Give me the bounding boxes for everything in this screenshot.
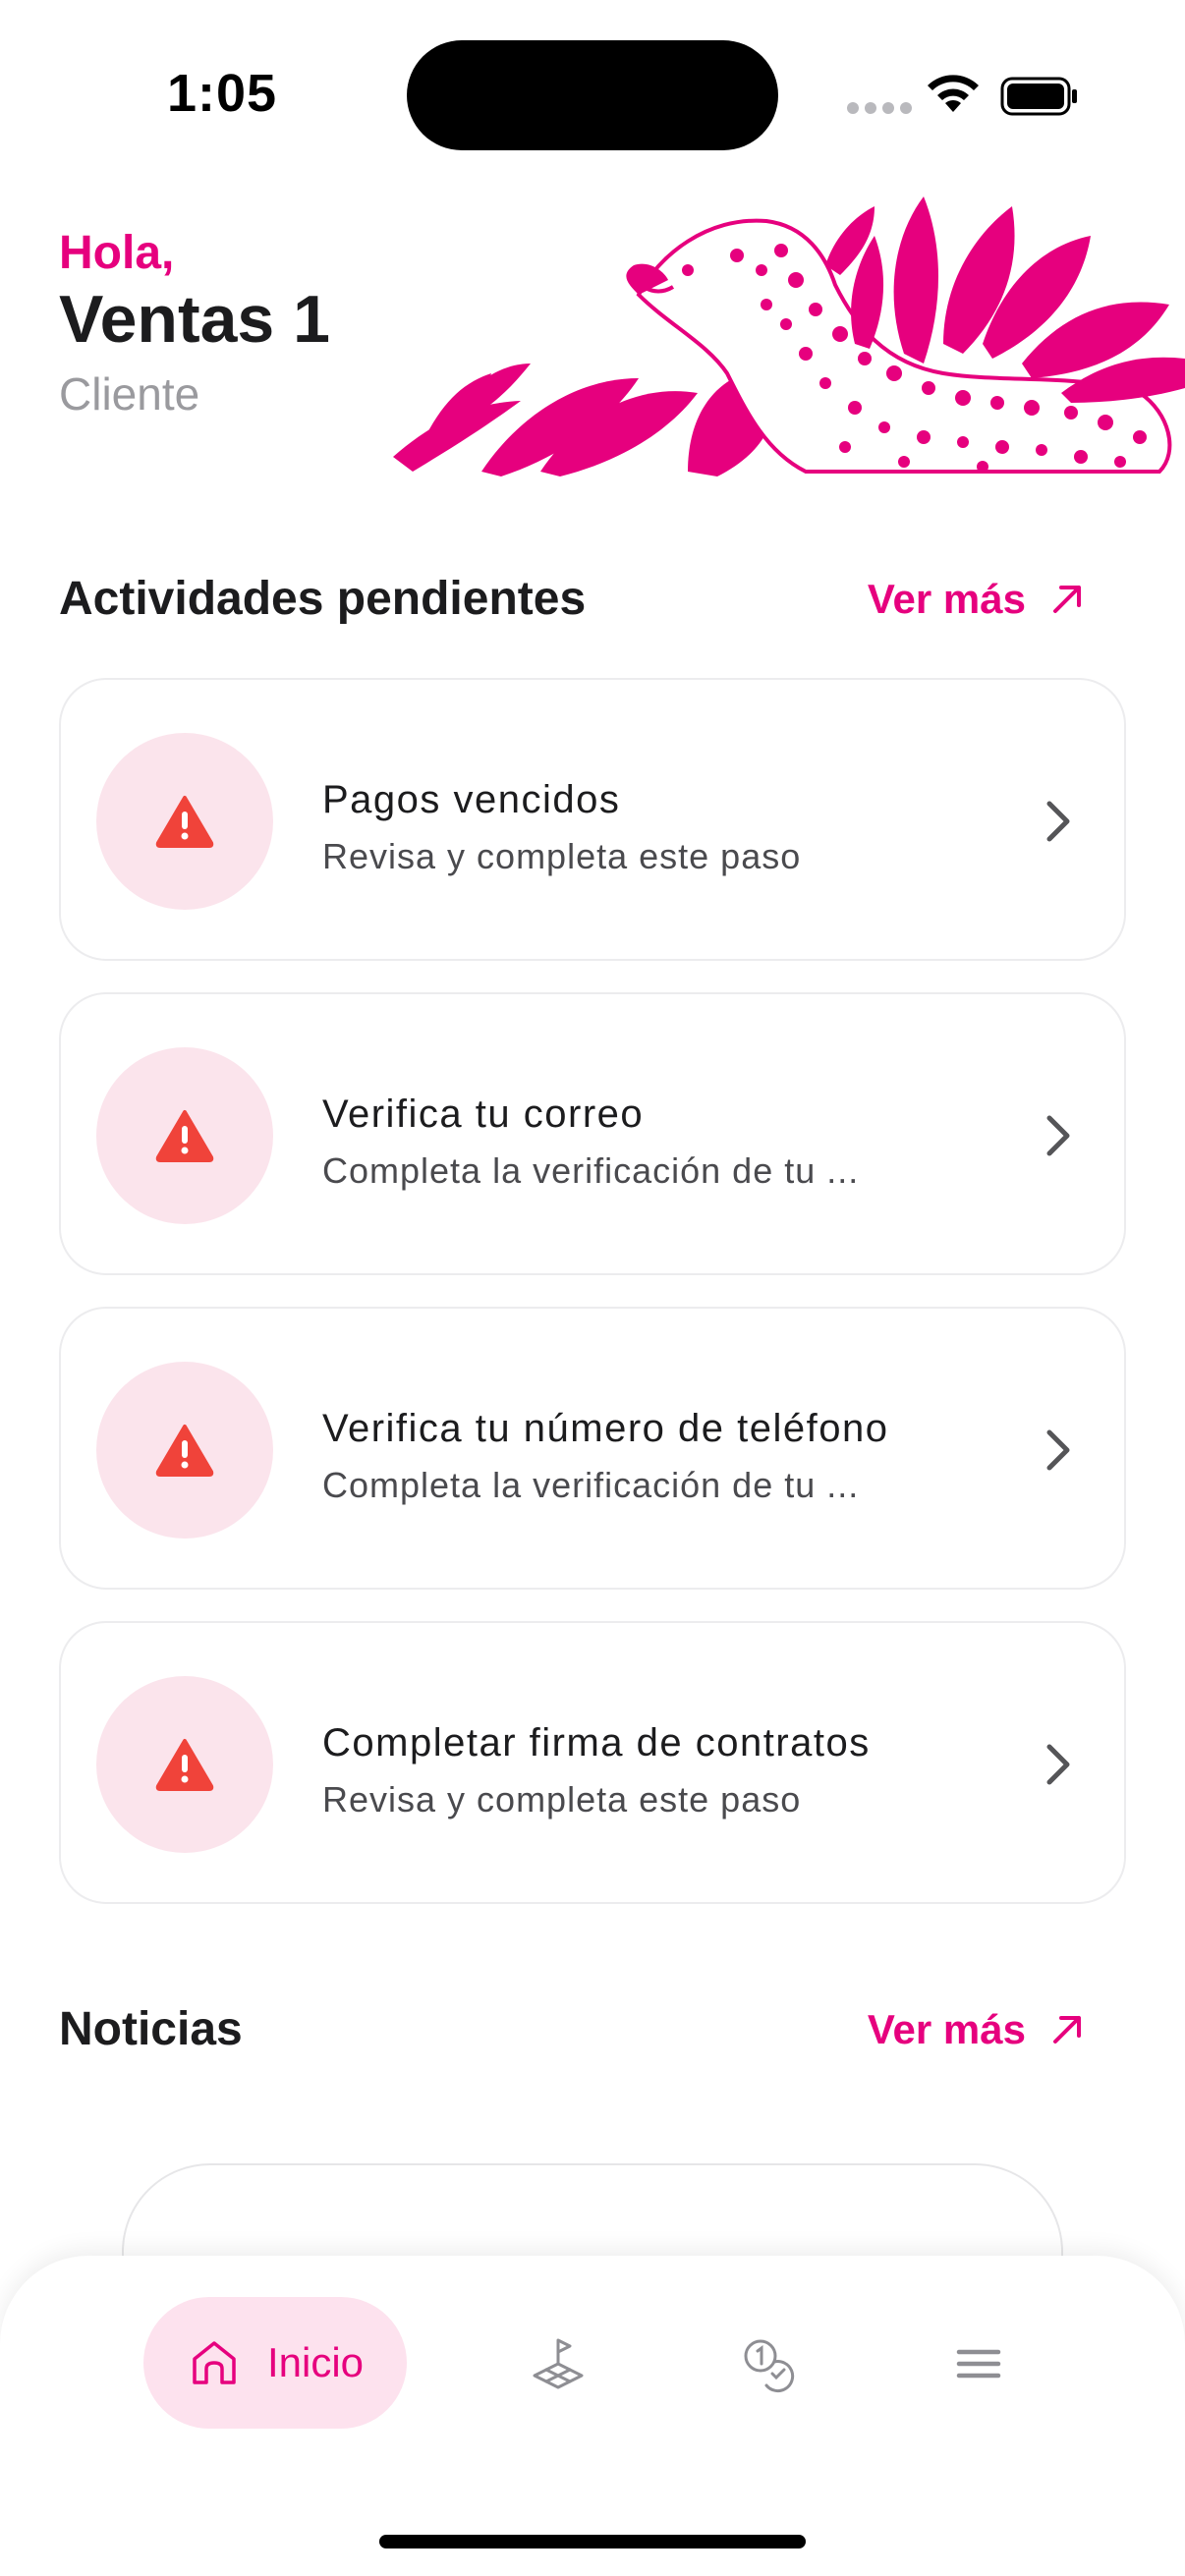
activity-subtitle: Completa la verificación de tu ... bbox=[322, 1465, 860, 1505]
bottom-navigation: Inicio bbox=[0, 2256, 1185, 2576]
dynamic-island bbox=[407, 40, 778, 150]
status-bar: 1:05 bbox=[0, 0, 1185, 177]
menu-icon[interactable] bbox=[949, 2334, 1008, 2393]
activity-subtitle: Revisa y completa este paso bbox=[322, 1779, 802, 1820]
chevron-right-icon bbox=[1046, 801, 1070, 842]
payments-icon[interactable] bbox=[739, 2334, 798, 2393]
warning-icon bbox=[155, 1425, 214, 1477]
warning-icon-circle bbox=[96, 733, 273, 910]
activities-see-more-link[interactable]: Ver más bbox=[868, 576, 1087, 623]
home-icon bbox=[193, 2341, 236, 2384]
arrow-up-right-icon bbox=[1053, 585, 1081, 613]
wifi-icon bbox=[928, 75, 979, 112]
activity-card-verify-email[interactable]: Verifica tu correo Completa la verificac… bbox=[59, 992, 1126, 1275]
user-role: Cliente bbox=[59, 368, 200, 420]
greeting: Hola, Ventas 1 Cliente bbox=[59, 224, 330, 428]
see-more-label: Ver más bbox=[867, 2005, 1026, 2052]
activity-title: Completar firma de contratos bbox=[322, 1721, 871, 1764]
activities-header: Actividades pendientes Ver más bbox=[59, 572, 1087, 626]
activity-card-verify-phone[interactable]: Verifica tu número de teléfono Completa … bbox=[59, 1307, 1126, 1590]
activity-title: Verifica tu correo bbox=[322, 1092, 645, 1136]
leopard-illustration bbox=[393, 196, 1185, 476]
land-flag-icon[interactable] bbox=[529, 2334, 588, 2393]
activity-title: Pagos vencidos bbox=[322, 778, 621, 821]
warning-icon bbox=[155, 796, 214, 848]
chevron-right-icon bbox=[1046, 1744, 1070, 1785]
nav-item-home[interactable]: Inicio bbox=[143, 2297, 407, 2429]
warning-icon-circle bbox=[96, 1676, 273, 1853]
chevron-right-icon bbox=[1046, 1429, 1070, 1471]
activity-subtitle: Revisa y completa este paso bbox=[322, 836, 802, 876]
warning-icon bbox=[155, 1739, 214, 1791]
activity-card-sign-contracts[interactable]: Completar firma de contratos Revisa y co… bbox=[59, 1621, 1126, 1904]
warning-icon-circle bbox=[96, 1362, 273, 1539]
news-see-more-link[interactable]: Ver más bbox=[868, 2006, 1087, 2053]
home-indicator bbox=[379, 2535, 806, 2548]
activity-subtitle: Completa la verificación de tu ... bbox=[322, 1150, 860, 1191]
arrow-up-right-icon bbox=[1053, 2015, 1081, 2044]
user-name: Ventas 1 bbox=[59, 282, 330, 357]
nav-item-home-label: Inicio bbox=[266, 2339, 365, 2385]
chevron-right-icon bbox=[1046, 1115, 1070, 1156]
warning-icon-circle bbox=[96, 1047, 273, 1224]
activity-card-overdue-payments[interactable]: Pagos vencidos Revisa y completa este pa… bbox=[59, 678, 1126, 961]
greeting-hello: Hola, bbox=[59, 227, 175, 279]
news-header: Noticias Ver más bbox=[59, 2002, 1087, 2056]
battery-icon bbox=[1000, 77, 1077, 116]
status-time: 1:05 bbox=[167, 64, 278, 123]
activity-title: Verifica tu número de teléfono bbox=[322, 1407, 889, 1450]
warning-icon bbox=[155, 1110, 214, 1162]
news-title: Noticias bbox=[59, 2003, 243, 2055]
see-more-label: Ver más bbox=[867, 575, 1026, 622]
signal-icon bbox=[847, 102, 912, 114]
activities-title: Actividades pendientes bbox=[59, 573, 587, 625]
